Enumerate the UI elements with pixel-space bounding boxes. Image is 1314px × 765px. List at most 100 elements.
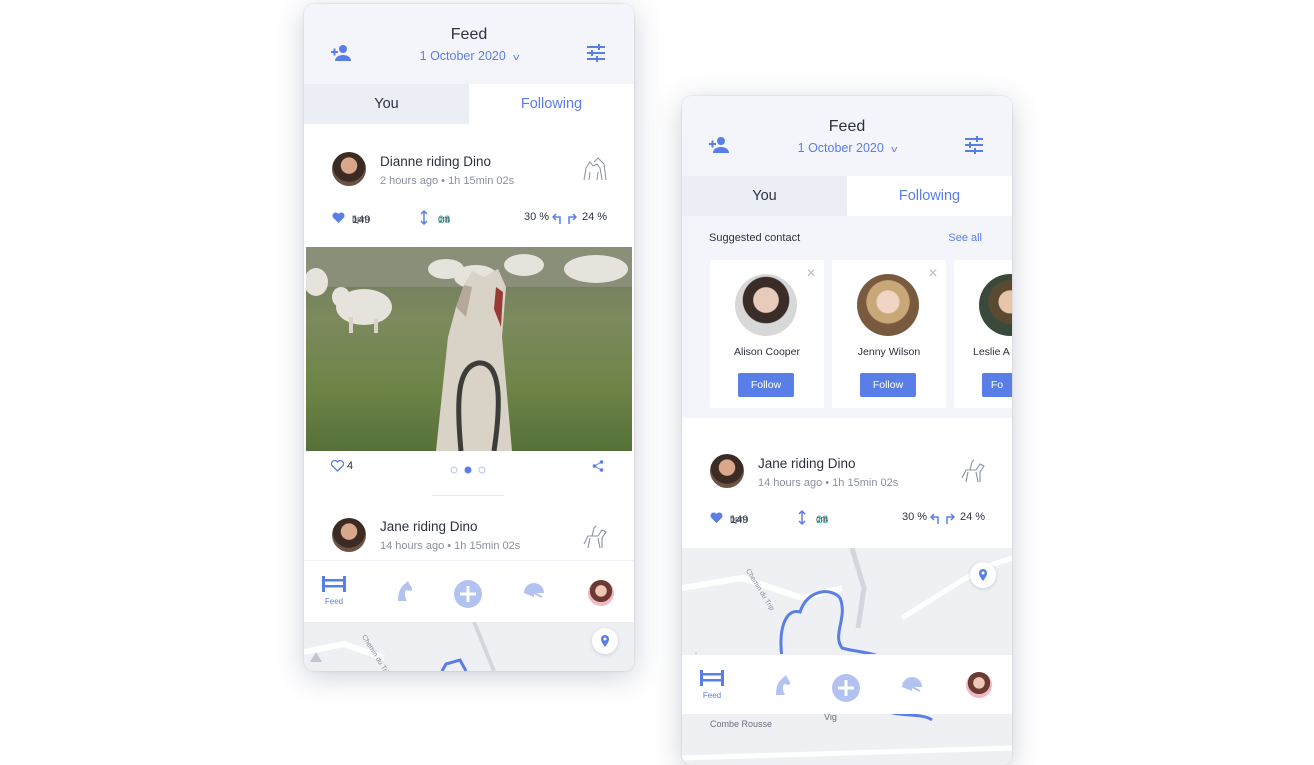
rider-icon xyxy=(583,525,607,549)
nav-feed[interactable]: Feed xyxy=(692,655,732,715)
nav-add[interactable] xyxy=(448,561,488,621)
tab-following[interactable]: Following xyxy=(469,84,634,124)
post-header[interactable]: Dianne riding Dino 2 hours ago • 1h 15mi… xyxy=(304,144,634,204)
nav-helmet[interactable] xyxy=(514,561,554,621)
horse-ride-photo xyxy=(306,247,632,451)
feed-fence-icon xyxy=(322,576,346,592)
rider-icon xyxy=(961,459,985,483)
contact-card[interactable]: ✕ Alison Cooper Follow xyxy=(710,260,824,408)
turn-right-icon xyxy=(568,213,577,224)
contact-avatar xyxy=(979,274,1012,336)
chevron-down-icon: v xyxy=(890,144,898,154)
contact-avatar xyxy=(857,274,919,336)
add-icon xyxy=(832,674,860,702)
nav-horse[interactable] xyxy=(762,655,802,715)
carousel-dots[interactable] xyxy=(450,462,490,480)
phone-screen-left: Feed 1 October 2020 v You Following Diann… xyxy=(304,4,634,671)
turn-right-pct: 24 % xyxy=(582,211,608,223)
post-title: Jane riding Dino xyxy=(758,456,856,471)
feed-tabs: You Following xyxy=(682,176,1012,216)
dismiss-icon[interactable]: ✕ xyxy=(806,266,816,280)
height-unit: cm xyxy=(438,214,450,224)
date-selector[interactable]: 1 October 2020 v xyxy=(682,141,1012,155)
contact-name: Jenny Wilson xyxy=(857,346,921,358)
horse-head-icon xyxy=(398,581,413,601)
contact-card[interactable]: ✕ Jenny Wilson Follow xyxy=(832,260,946,408)
tab-you[interactable]: You xyxy=(682,176,847,216)
date-label: 1 October 2020 xyxy=(419,49,506,63)
height-icon xyxy=(420,210,428,225)
share-icon[interactable] xyxy=(592,460,604,472)
bpm-unit: bpm xyxy=(352,214,370,224)
avatar xyxy=(332,152,366,186)
date-label: 1 October 2020 xyxy=(797,141,884,155)
route-map[interactable]: Chemin du Trip xyxy=(304,622,634,671)
post-title: Dianne riding Dino xyxy=(380,154,492,169)
location-pin-icon xyxy=(601,635,609,647)
carousel-dots-graphic xyxy=(450,466,486,474)
add-icon xyxy=(454,580,482,608)
nav-feed[interactable]: Feed xyxy=(314,561,354,621)
suggested-label: Suggested contact xyxy=(709,232,801,244)
page-title: Feed xyxy=(450,26,488,43)
turn-left-pct: 30 % xyxy=(524,211,550,223)
post-actions: 4 xyxy=(304,456,634,476)
feed-tabs: You Following xyxy=(304,84,634,124)
divider xyxy=(432,495,504,496)
height-icon xyxy=(798,510,806,525)
header: Feed 1 October 2020 v xyxy=(304,4,634,84)
turn-left-pct: 30 % xyxy=(902,511,928,523)
date-selector[interactable]: 1 October 2020 v xyxy=(304,49,634,63)
turn-left-icon xyxy=(552,213,561,224)
place-label: Combe Rousse xyxy=(710,719,773,729)
contact-avatar xyxy=(735,274,797,336)
like-count: 4 xyxy=(347,460,354,472)
contact-name: Alison Cooper xyxy=(734,346,800,358)
post-header[interactable]: Jane riding Dino 14 hours ago • 1h 15min… xyxy=(682,440,1012,500)
nav-feed-label: Feed xyxy=(702,691,722,700)
nav-horse[interactable] xyxy=(384,561,424,621)
profile-avatar xyxy=(588,580,614,606)
horses-icon xyxy=(583,157,607,181)
see-all-link[interactable]: See all xyxy=(948,232,982,244)
suggested-contacts: Suggested contact See all ✕ Alison Coope… xyxy=(682,216,1012,418)
profile-avatar xyxy=(966,672,992,698)
nav-profile[interactable] xyxy=(582,561,622,621)
bottom-nav: Feed xyxy=(682,654,1012,714)
location-pin-button[interactable] xyxy=(592,628,618,654)
follow-button[interactable]: Follow xyxy=(860,373,916,397)
nav-helmet[interactable] xyxy=(892,655,932,715)
dismiss-icon[interactable]: ✕ xyxy=(928,266,938,280)
nav-profile[interactable] xyxy=(960,655,1000,715)
follow-button[interactable]: Fo xyxy=(982,373,1012,397)
nav-add[interactable] xyxy=(826,655,866,715)
bottom-nav: Feed xyxy=(304,560,634,620)
phone-screen-right: Feed 1 October 2020 v You Following Sugge… xyxy=(682,96,1012,765)
post-photo[interactable] xyxy=(306,247,632,451)
avatar xyxy=(710,454,744,488)
heart-rate-icon xyxy=(710,512,723,523)
tab-you[interactable]: You xyxy=(304,84,469,124)
riding-helmet-icon xyxy=(524,583,544,598)
post-header-2[interactable]: Jane riding Dino 14 hours ago • 1h 15min… xyxy=(304,508,634,568)
feed-fence-icon xyxy=(700,670,724,686)
map-graphic xyxy=(304,622,496,671)
like-icon[interactable] xyxy=(331,460,344,472)
contact-name: Leslie A xyxy=(973,346,1010,358)
turn-right-pct: 24 % xyxy=(960,511,986,523)
riding-helmet-icon xyxy=(902,677,922,692)
turn-right-icon xyxy=(946,513,955,524)
location-pin-button[interactable] xyxy=(970,562,996,588)
post-meta: 14 hours ago • 1h 15min 02s xyxy=(380,540,521,552)
contact-card[interactable]: Leslie A Fo xyxy=(954,260,1012,408)
header: Feed 1 October 2020 v xyxy=(682,96,1012,176)
tab-following[interactable]: Following xyxy=(847,176,1012,216)
post-meta: 14 hours ago • 1h 15min 02s xyxy=(758,477,899,489)
post-stats: 149 bpm 14 16 23 cm 30 % 24 % xyxy=(304,208,634,228)
heart-rate-icon xyxy=(332,212,345,223)
follow-button[interactable]: Follow xyxy=(738,373,794,397)
location-pin-icon xyxy=(979,569,987,581)
post-meta: 2 hours ago • 1h 15min 02s xyxy=(380,175,515,187)
filter-icon[interactable] xyxy=(586,44,606,62)
filter-icon[interactable] xyxy=(964,136,984,154)
